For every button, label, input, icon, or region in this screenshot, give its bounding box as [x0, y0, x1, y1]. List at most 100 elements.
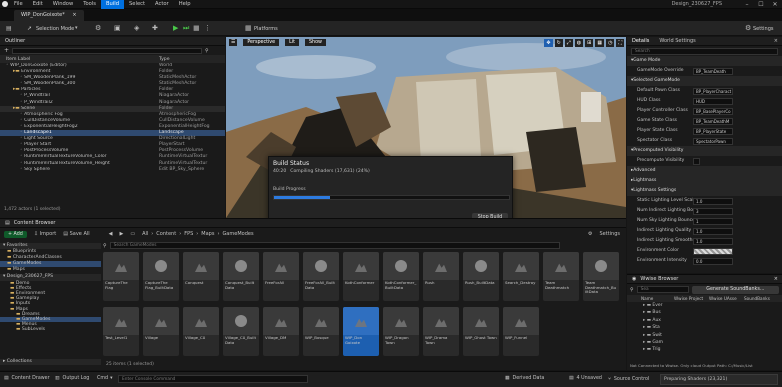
details-row-value[interactable]: HUD — [693, 97, 733, 105]
wwise-tree-item[interactable]: ▸ ▬ Swit — [643, 332, 782, 339]
unsaved-button[interactable]: ▤ 4 Unsaved — [569, 376, 602, 381]
viewport-options-icon[interactable]: ☰ — [229, 39, 238, 46]
minimize-icon[interactable]: – — [740, 0, 754, 9]
chevron-down-icon[interactable]: ▾ — [75, 25, 78, 31]
blueprint-icon[interactable]: ⚙ — [95, 24, 101, 32]
generate-soundbanks-button[interactable]: Generate SoundBanks... — [691, 285, 779, 294]
details-row-value[interactable]: 1 — [693, 217, 733, 225]
save-icon[interactable]: ▤ — [6, 25, 12, 32]
add-button[interactable]: + Add — [4, 230, 27, 238]
asset-tile[interactable]: KothConformer_BuiltData — [383, 252, 419, 301]
platforms-icon[interactable]: ▦ — [245, 24, 252, 32]
details-section-header[interactable]: ▾ Precomputed Visibility — [627, 146, 782, 156]
gear-icon[interactable]: ⚙ — [745, 24, 751, 32]
details-row-value[interactable]: SpectatorPawn — [693, 137, 733, 145]
asset-tile[interactable]: WIP_Funnel — [503, 307, 539, 356]
content-settings-button[interactable]: Settings — [599, 231, 620, 237]
menu-item-edit[interactable]: Edit — [28, 0, 48, 9]
asset-search-input[interactable]: Search GameModes — [109, 242, 560, 249]
wwise-tree-item[interactable]: ▸ ▬ Trig — [643, 346, 782, 353]
details-row-value[interactable]: BP_PlayerState — [693, 127, 733, 135]
content-drawer-button[interactable]: ▤ Content Drawer — [4, 376, 50, 381]
breadcrumb-item[interactable]: FPS — [184, 231, 193, 237]
details-row-value[interactable]: BP_TeamDeath — [693, 67, 733, 75]
wwise-tree-item[interactable]: ▸ ▬ Bus — [643, 309, 782, 316]
selection-mode-button[interactable]: Selection Mode — [36, 26, 74, 32]
lit-button[interactable]: Lit — [285, 39, 299, 46]
menu-item-file[interactable]: File — [9, 0, 28, 9]
shader-progress[interactable]: Preparing Shaders (23,321) — [660, 374, 778, 385]
asset-tile[interactable]: WIP_Bosque — [303, 307, 339, 356]
details-search-input[interactable]: Search — [631, 47, 778, 55]
save-all-button[interactable]: ▤ Save All — [63, 231, 89, 237]
asset-tile[interactable]: Conquest_BuiltData — [223, 252, 259, 301]
wwise-column-header[interactable]: SoundBanks — [744, 296, 776, 301]
asset-tile[interactable]: Village_C0 — [183, 307, 219, 356]
details-row-value[interactable]: BP_TeamDeathM — [693, 117, 733, 125]
close-wwise-icon[interactable]: × — [774, 275, 778, 284]
outliner-row[interactable]: ◦ Sky Sphere Edit BP_Sky_Sphere — [0, 167, 225, 173]
camera-speed-icon[interactable]: ◷ — [606, 39, 615, 47]
menu-item-window[interactable]: Window — [48, 0, 78, 9]
details-row-value[interactable]: BP_BasePlayerCo — [693, 107, 733, 115]
details-section-header[interactable]: ▾ Selected GameMode — [627, 76, 782, 86]
translate-icon[interactable]: ✥ — [544, 39, 553, 47]
asset-tile[interactable]: Test_Level1 — [103, 307, 139, 356]
grid-snap-icon[interactable]: ▦ — [595, 39, 605, 47]
wwise-tree-item[interactable]: ▸ ▬ Gam — [643, 339, 782, 346]
menu-item-help[interactable]: Help — [174, 0, 196, 9]
menu-item-build[interactable]: Build — [100, 0, 125, 9]
asset-tile[interactable]: CaptureThe Flag — [103, 252, 139, 301]
play-icon[interactable]: ▶ — [173, 24, 178, 32]
add-icon[interactable]: + — [4, 47, 9, 54]
col-item-label[interactable]: Item Label — [6, 57, 159, 62]
folder-item[interactable]: ▬ SubLevels — [0, 327, 101, 332]
asset-tile[interactable]: WIP_Ghost Town — [463, 307, 499, 356]
asset-tile[interactable]: Village_C0_BuiltData — [223, 307, 259, 356]
more-options-icon[interactable]: ⋮ — [204, 24, 211, 32]
collections-header[interactable]: ▸ Collections — [0, 358, 101, 365]
platforms-button[interactable]: Platforms — [254, 26, 278, 32]
level-blueprint-icon[interactable]: ◈ — [134, 24, 139, 32]
close-icon[interactable]: ✕ — [768, 0, 782, 9]
tab-world-settings[interactable]: World Settings — [659, 38, 695, 44]
menu-item-tools[interactable]: Tools — [78, 0, 101, 9]
breadcrumb-item[interactable]: Content — [156, 231, 176, 237]
menu-item-select[interactable]: Select — [124, 0, 150, 9]
asset-tile[interactable]: Team Deathmatch_BuiltData — [583, 252, 619, 301]
favorite-item[interactable]: ▬ Maps — [0, 267, 101, 273]
details-section-header[interactable]: ▾ Lightmass Settings — [627, 186, 782, 196]
details-row-value[interactable]: BP_PlayerCharact — [693, 87, 733, 95]
close-details-icon[interactable]: × — [774, 38, 778, 44]
asset-tile[interactable]: Team Deathmatch — [543, 252, 579, 301]
col-type[interactable]: Type — [159, 57, 170, 62]
close-tab-icon[interactable]: × — [72, 12, 76, 18]
filter-icon[interactable]: ⚲ — [103, 243, 107, 249]
source-control-button[interactable]: ⑂ Source Control — [608, 376, 649, 383]
import-button[interactable]: ⇩ Import — [34, 231, 56, 237]
console-input[interactable]: Enter Console Command — [118, 375, 308, 383]
output-log-button[interactable]: ▥ Output Log — [55, 376, 89, 381]
unreal-logo-icon[interactable] — [0, 0, 9, 9]
derived-data-button[interactable]: ▦ Derived Data — [505, 376, 544, 381]
asset-tile[interactable]: CaptureThe Flag_BuiltData — [143, 252, 179, 301]
tab-details[interactable]: Details — [632, 38, 649, 44]
menu-item-actor[interactable]: Actor — [150, 0, 174, 9]
nav-forward-icon[interactable]: ▶ — [120, 231, 124, 237]
details-row-value[interactable]: 1.0 — [693, 237, 733, 245]
asset-tile[interactable]: Rush_BuiltData — [463, 252, 499, 301]
details-row-value[interactable]: 3 — [693, 207, 733, 215]
wwise-tree-item[interactable]: ▸ ▬ Ever — [643, 302, 782, 309]
wwise-search-input[interactable]: Sea — [636, 286, 689, 293]
cinematics-icon[interactable]: ▣ — [114, 24, 121, 32]
environment-color-swatch[interactable] — [693, 247, 733, 255]
cmd-dropdown[interactable]: Cmd ▾ — [97, 376, 113, 381]
filter-icon[interactable]: ⚲ — [205, 48, 209, 54]
maximize-icon[interactable]: ☐ — [754, 0, 768, 9]
snap-icon[interactable]: ⊞ — [585, 39, 594, 47]
details-section-header[interactable]: ▸ Advanced — [627, 166, 782, 176]
asset-tile[interactable]: KothConformer — [343, 252, 379, 301]
details-section-header[interactable]: ▸ Lightmass — [627, 176, 782, 186]
asset-tile[interactable]: Rush — [423, 252, 459, 301]
stop-icon[interactable]: ■ — [193, 24, 200, 32]
